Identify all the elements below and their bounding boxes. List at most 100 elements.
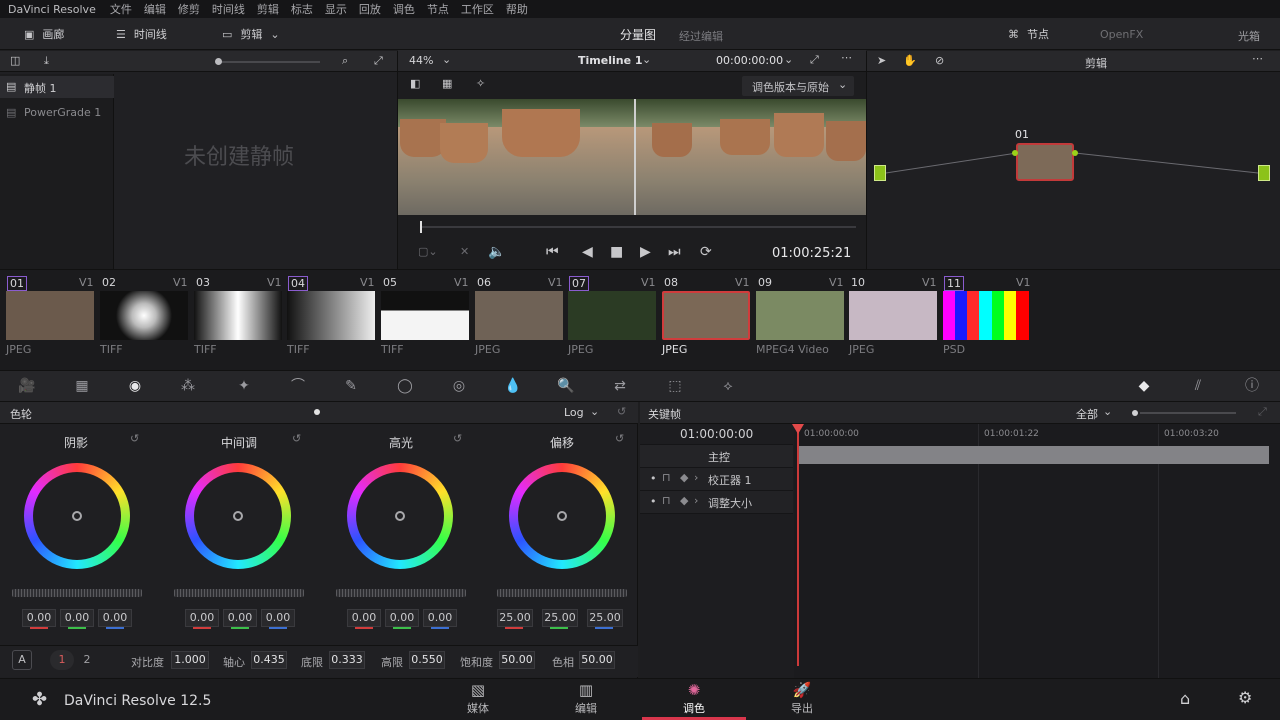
gallery-button[interactable]: ▣ 画廊: [24, 26, 64, 42]
more-options-icon[interactable]: ⋯: [841, 51, 852, 64]
clip-thumbnail[interactable]: [756, 291, 844, 340]
menu-mark[interactable]: 标志: [285, 1, 319, 17]
chevron-down-icon[interactable]: ⌄: [590, 405, 599, 418]
split-screen-icon[interactable]: ▦: [442, 77, 452, 90]
import-icon[interactable]: ⤓: [44, 54, 49, 68]
album-item-powergrade[interactable]: ▤ PowerGrade 1: [0, 102, 114, 124]
hand-icon[interactable]: ✋: [903, 54, 917, 67]
menu-timeline[interactable]: 时间线: [206, 1, 251, 17]
menu-nodes[interactable]: 节点: [421, 1, 455, 17]
chevron-down-icon[interactable]: ⌄: [1103, 405, 1112, 418]
zoom-level[interactable]: 44%: [409, 54, 433, 67]
info-icon[interactable]: ⓘ: [1242, 376, 1262, 396]
reset-icon[interactable]: ↺: [617, 405, 626, 418]
page-tab-color[interactable]: ✺ 调色: [664, 680, 724, 716]
skip-back-icon[interactable]: ⏮: [546, 244, 559, 260]
chevron-right-icon[interactable]: ›: [694, 471, 698, 484]
qualifier-icon[interactable]: ✎: [341, 376, 361, 396]
clip-thumbnail[interactable]: [475, 291, 563, 340]
camera-raw-icon[interactable]: 🎥: [17, 376, 37, 396]
playhead-marker[interactable]: [420, 221, 422, 233]
wheel-value-field[interactable]: 0.00: [423, 609, 457, 627]
scope-icon[interactable]: ⫽: [1188, 376, 1208, 396]
pointer-icon[interactable]: ➤: [877, 54, 886, 67]
source-timecode[interactable]: 00:00:00:00: [716, 54, 783, 67]
frame-icon[interactable]: ⟡: [718, 376, 738, 396]
auto-balance-button[interactable]: A: [12, 650, 32, 670]
reset-icon[interactable]: ↺: [615, 432, 624, 445]
split-screen-title[interactable]: 分量图: [620, 26, 656, 43]
grade-mode-label[interactable]: 经过编辑: [679, 28, 723, 44]
menu-file[interactable]: 文件: [104, 1, 138, 17]
offset-master-slider[interactable]: [497, 589, 627, 597]
lightbox-button[interactable]: 光箱: [1238, 28, 1260, 44]
curves-icon[interactable]: ⌒: [288, 376, 308, 396]
page-2-button[interactable]: 2: [76, 650, 98, 670]
page-tab-media[interactable]: ▧ 媒体: [448, 680, 508, 716]
color-match-icon[interactable]: ▦: [72, 376, 92, 396]
menu-clip[interactable]: 剪辑: [251, 1, 285, 17]
zoom-slider[interactable]: [218, 61, 320, 63]
bypass-icon[interactable]: ⊘: [935, 54, 944, 67]
lock-icon[interactable]: ⊓: [662, 471, 671, 484]
timeline-name[interactable]: Timeline 1: [578, 54, 643, 67]
wheel-value-field[interactable]: 0.00: [22, 609, 56, 627]
viewer-image[interactable]: [398, 99, 866, 215]
timeline-button[interactable]: ☰ 时间线: [116, 26, 167, 42]
clip-thumbnail[interactable]: [849, 291, 937, 340]
reset-icon[interactable]: ↺: [292, 432, 301, 445]
node-mode-label[interactable]: 剪辑: [1085, 55, 1107, 71]
bypass-icon[interactable]: ✕: [460, 245, 469, 258]
clips-button[interactable]: ▭ 剪辑 ⌄: [222, 26, 280, 42]
hue-value[interactable]: 50.00: [579, 651, 615, 669]
menu-trim[interactable]: 修剪: [172, 1, 206, 17]
saturation-value[interactable]: 50.00: [499, 651, 535, 669]
pivot-value[interactable]: 0.435: [251, 651, 287, 669]
motion-effects-icon[interactable]: ✦: [234, 376, 254, 396]
menu-color[interactable]: 调色: [387, 1, 421, 17]
wheel-value-field[interactable]: 25.00: [587, 609, 623, 627]
clip-thumbnail[interactable]: [568, 291, 656, 340]
wheel-value-field[interactable]: 0.00: [347, 609, 381, 627]
track-row-corrector[interactable]: • ⊓ ◆ › 校正器 1: [640, 468, 793, 491]
page-tab-deliver[interactable]: 🚀 导出: [772, 680, 832, 716]
wheel-value-field[interactable]: 0.00: [385, 609, 419, 627]
gamma-wheel-center[interactable]: [233, 511, 243, 521]
reset-icon[interactable]: ↺: [130, 432, 139, 445]
chevron-down-icon[interactable]: ⌄: [442, 53, 451, 66]
color-picker-icon[interactable]: ◆: [1134, 376, 1154, 396]
corrector-node[interactable]: [1012, 143, 1078, 181]
menu-view[interactable]: 显示: [319, 1, 353, 17]
sizing-icon[interactable]: ⇄: [610, 376, 630, 396]
gain-wheel-center[interactable]: [395, 511, 405, 521]
keyframe-diamond-icon[interactable]: ◆: [680, 471, 688, 484]
keyframe-filter-dropdown[interactable]: 全部: [1076, 406, 1098, 422]
lock-icon[interactable]: ⊓: [662, 494, 671, 507]
color-wheels-icon[interactable]: ◉: [125, 376, 145, 396]
menu-help[interactable]: 帮助: [500, 1, 534, 17]
offset-wheel-center[interactable]: [557, 511, 567, 521]
play-reverse-icon[interactable]: ◀: [582, 244, 593, 260]
page-indicator-dot[interactable]: [314, 409, 320, 415]
settings-gear-icon[interactable]: ⚙: [1238, 688, 1252, 707]
track-row-sizing[interactable]: • ⊓ ◆ › 调整大小: [640, 491, 793, 514]
keyframe-diamond-icon[interactable]: ◆: [680, 494, 688, 507]
chevron-down-icon[interactable]: ⌄: [784, 53, 793, 66]
wheel-value-field[interactable]: 0.00: [261, 609, 295, 627]
expand-icon[interactable]: ⤢: [1258, 405, 1267, 419]
wheel-value-field[interactable]: 25.00: [497, 609, 533, 627]
blur-icon[interactable]: 💧: [503, 376, 523, 396]
power-window-icon[interactable]: ◯: [395, 376, 415, 396]
chevron-right-icon[interactable]: ›: [694, 494, 698, 507]
more-options-icon[interactable]: ⋯: [1252, 52, 1263, 65]
keyframe-zoom-slider[interactable]: [1140, 412, 1236, 414]
loop-icon[interactable]: ⟳: [700, 244, 712, 260]
high-range-value[interactable]: 0.550: [409, 651, 445, 669]
node-input-dot[interactable]: [1012, 150, 1018, 156]
clip-thumbnail[interactable]: [194, 291, 282, 340]
wheel-mode-dropdown[interactable]: Log: [564, 406, 584, 419]
low-range-value[interactable]: 0.333: [329, 651, 365, 669]
clip-thumbnail[interactable]: [381, 291, 469, 340]
clip-thumbnail[interactable]: [662, 291, 750, 340]
lift-master-slider[interactable]: [12, 589, 142, 597]
